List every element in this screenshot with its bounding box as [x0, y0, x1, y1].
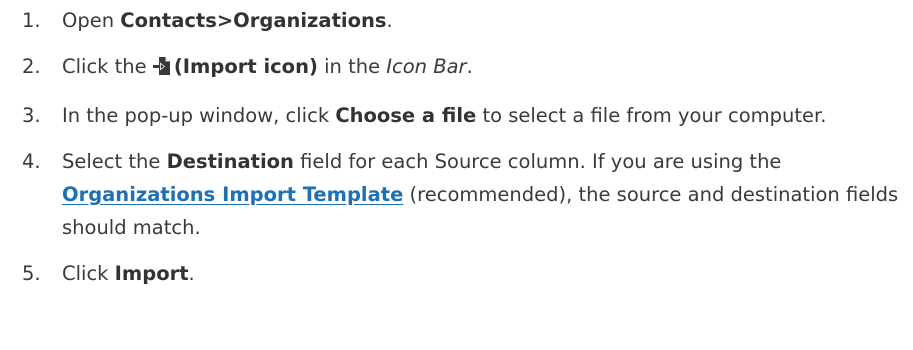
step-text-pre: Click the — [62, 55, 153, 78]
step-2: 2. Click the (Import icon) in the Icon B… — [0, 50, 913, 86]
step-text-mid: field for each Source column. If you are… — [293, 150, 782, 173]
import-icon-label: (Import icon) — [173, 55, 318, 78]
step-number: 3. — [22, 104, 41, 127]
step-text-post: to select a file from your computer. — [476, 104, 827, 127]
step-4: 4. Select the Destination field for each… — [0, 145, 913, 244]
step-text-post: . — [386, 9, 393, 32]
step-number: 4. — [22, 150, 41, 173]
import-term: Import — [114, 262, 189, 285]
organizations-import-template-link[interactable]: Organizations Import Template — [62, 183, 403, 206]
step-5: 5. Click Import. — [0, 257, 913, 290]
icon-bar-term: Icon Bar — [386, 55, 467, 78]
step-text-pre: Select the — [62, 150, 167, 173]
instruction-steps: 1. Open Contacts>Organizations. 2. Click… — [0, 4, 913, 290]
step-text-mid: in the — [317, 55, 387, 78]
step-number: 5. — [22, 262, 41, 285]
step-3: 3. In the pop-up window, click Choose a … — [0, 99, 913, 132]
step-text-pre: Click — [62, 262, 115, 285]
step-1: 1. Open Contacts>Organizations. — [0, 4, 913, 37]
step-number: 2. — [22, 55, 41, 78]
step-menu-path: Contacts>Organizations — [120, 9, 387, 32]
step-text-pre: Open — [62, 9, 121, 32]
step-text-post: . — [466, 55, 473, 78]
step-text-pre: In the pop-up window, click — [62, 104, 336, 127]
choose-file-term: Choose a file — [335, 104, 477, 127]
step-number: 1. — [22, 9, 41, 32]
destination-term: Destination — [166, 150, 294, 173]
import-icon — [152, 53, 171, 86]
step-text-post: . — [188, 262, 195, 285]
